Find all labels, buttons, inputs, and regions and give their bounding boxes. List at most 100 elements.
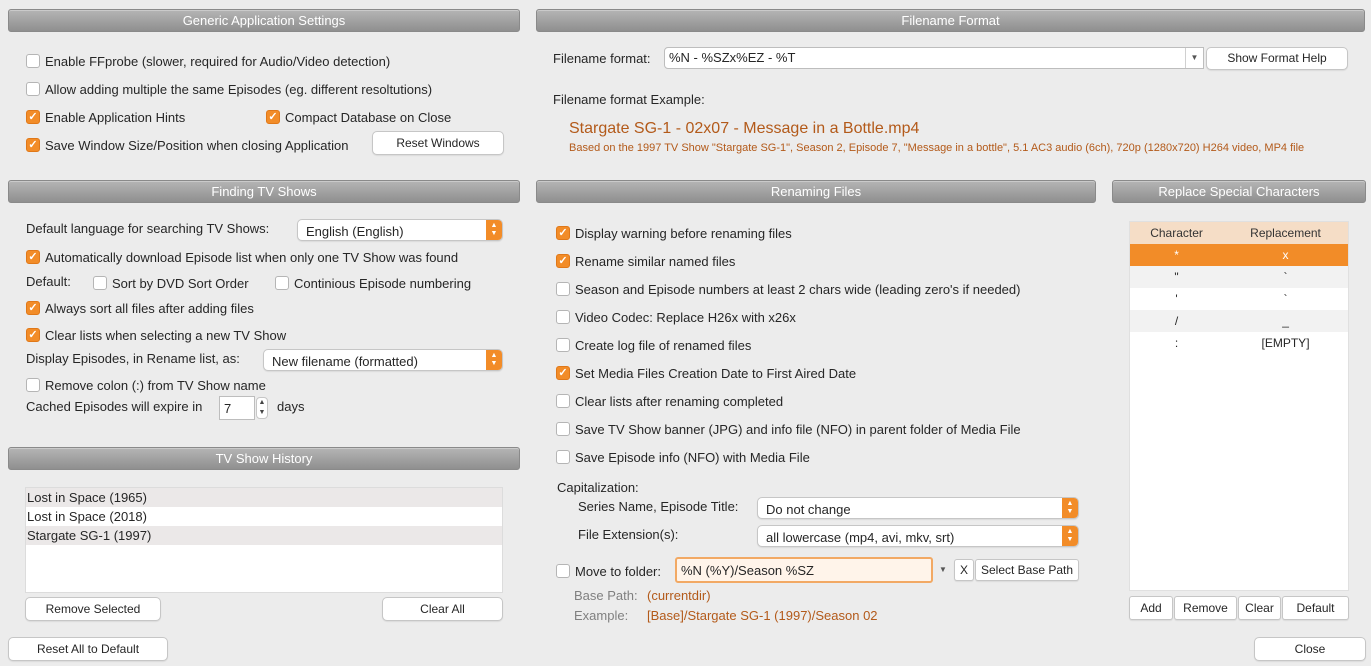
filename-format-label: Filename format: [553,51,651,66]
checkbox-box[interactable] [275,276,289,290]
checkbox-box[interactable] [556,450,570,464]
rename-option-checkbox[interactable]: Create log file of renamed files [556,336,751,354]
checkbox-box[interactable] [26,54,40,68]
select-base-path-button[interactable]: Select Base Path [975,559,1079,581]
series-capitalization-select[interactable]: Do not change ▲ ▼ [757,497,1079,519]
chevron-down-icon[interactable]: ▼ [1185,48,1203,68]
updown-arrows-icon[interactable]: ▲ ▼ [486,220,502,240]
checkbox-box[interactable] [26,378,40,392]
character-cell: : [1174,336,1179,350]
clear-lists-checkbox[interactable]: ✓ Clear lists when selecting a new TV Sh… [26,326,286,344]
list-item[interactable]: Stargate SG-1 (1997) [26,526,502,545]
table-row[interactable]: ' ` [1130,288,1348,310]
checkbox-box[interactable]: ✓ [26,301,40,315]
checkbox-label: Display warning before renaming files [575,225,792,241]
enable-hints-checkbox[interactable]: ✓ Enable Application Hints [26,108,185,126]
checkbox-box[interactable] [556,422,570,436]
file-extension-select[interactable]: all lowercase (mp4, avi, mkv, srt) ▲ ▼ [757,525,1079,547]
table-row[interactable]: : [EMPTY] [1130,332,1348,354]
checkbox-box[interactable]: ✓ [26,110,40,124]
checkbox-label: Rename similar named files [575,253,736,269]
capitalization-label: Capitalization: [557,480,639,495]
checkbox-box[interactable] [556,564,570,578]
cache-days-input[interactable]: 7 [219,396,255,420]
replacement-cell: _ [1223,310,1348,332]
move-folder-input[interactable]: %N (%Y)/Season %SZ [675,557,933,583]
add-character-button[interactable]: Add [1129,596,1173,620]
list-item[interactable]: Lost in Space (2018) [26,507,502,526]
rename-option-checkbox[interactable]: Clear lists after renaming completed [556,392,783,410]
always-sort-checkbox[interactable]: ✓ Always sort all files after adding fil… [26,299,254,317]
checkbox-label: Compact Database on Close [285,109,452,125]
reset-all-default-button[interactable]: Reset All to Default [8,637,168,661]
default-characters-button[interactable]: Default [1282,596,1349,620]
replace-special-header: Replace Special Characters [1112,180,1366,203]
auto-download-checkbox[interactable]: ✓ Automatically download Episode list wh… [26,248,458,266]
column-header-character[interactable]: Character [1130,222,1224,244]
display-episodes-select[interactable]: New filename (formatted) ▲ ▼ [263,349,503,371]
dvd-sort-checkbox[interactable]: Sort by DVD Sort Order [93,274,249,292]
allow-multiple-checkbox[interactable]: Allow adding multiple the same Episodes … [26,80,432,98]
updown-arrows-icon[interactable]: ▲ ▼ [486,350,502,370]
tv-show-history-header: TV Show History [8,447,520,470]
updown-arrows-icon[interactable]: ▲ ▼ [1062,498,1078,518]
tv-show-history-list[interactable]: Lost in Space (1965) Lost in Space (2018… [25,487,503,593]
checkbox-box[interactable] [556,310,570,324]
reset-windows-button[interactable]: Reset Windows [372,131,504,155]
list-item[interactable]: Lost in Space (1965) [26,488,502,507]
select-value: New filename (formatted) [272,354,418,369]
rename-option-checkbox[interactable]: Save TV Show banner (JPG) and info file … [556,420,1021,438]
replacement-cell: ` [1223,266,1348,288]
close-button[interactable]: Close [1254,637,1366,661]
clear-characters-button[interactable]: Clear [1238,596,1281,620]
rename-option-checkbox[interactable]: ✓ Set Media Files Creation Date to First … [556,364,856,382]
rename-option-checkbox[interactable]: Save Episode info (NFO) with Media File [556,448,810,466]
checkbox-box[interactable] [26,82,40,96]
remove-character-button[interactable]: Remove [1174,596,1237,620]
replacement-cell: [EMPTY] [1261,336,1310,350]
table-row[interactable]: * x [1130,244,1348,266]
checkbox-label: Clear lists after renaming completed [575,393,784,409]
checkbox-box[interactable]: ✓ [556,226,570,240]
clear-folder-button[interactable]: X [954,559,974,581]
updown-arrows-icon[interactable]: ▲ ▼ [1062,526,1078,546]
rename-option-checkbox[interactable]: Season and Episode numbers at least 2 ch… [556,280,1020,298]
move-to-folder-checkbox[interactable]: Move to folder: [556,562,661,580]
checkbox-box[interactable]: ✓ [556,366,570,380]
column-header-replacement[interactable]: Replacement [1223,222,1348,244]
checkbox-label: Save TV Show banner (JPG) and info file … [575,421,1021,437]
cache-days-unit: days [277,399,305,414]
checkbox-box[interactable] [556,282,570,296]
default-language-select[interactable]: English (English) ▲ ▼ [297,219,503,241]
continuous-numbering-checkbox[interactable]: Continious Episode numbering [275,274,471,292]
default-language-label: Default language for searching TV Shows: [26,221,270,236]
rename-option-checkbox[interactable]: Video Codec: Replace H26x with x26x [556,308,796,326]
checkbox-box[interactable]: ✓ [26,250,40,264]
checkbox-label: Season and Episode numbers at least 2 ch… [575,281,1021,297]
select-value: Do not change [766,502,851,517]
character-cell: * [1130,244,1224,266]
table-row[interactable]: " ` [1130,266,1348,288]
rename-option-checkbox[interactable]: ✓ Display warning before renaming files [556,224,792,242]
character-cell: ' [1175,292,1178,306]
filename-format-combobox[interactable]: %N - %SZx%EZ - %T ▼ [664,47,1204,69]
checkbox-box[interactable]: ✓ [266,110,280,124]
checkbox-box[interactable] [556,338,570,352]
compact-db-checkbox[interactable]: ✓ Compact Database on Close [266,108,451,126]
rename-option-checkbox[interactable]: ✓ Rename similar named files [556,252,735,270]
clear-all-button[interactable]: Clear All [382,597,503,621]
remove-colon-checkbox[interactable]: Remove colon (:) from TV Show name [26,376,266,394]
table-row[interactable]: / _ [1130,310,1348,332]
checkbox-box[interactable] [556,394,570,408]
remove-selected-button[interactable]: Remove Selected [25,597,161,621]
checkbox-box[interactable] [93,276,107,290]
show-format-help-button[interactable]: Show Format Help [1206,47,1348,70]
save-window-checkbox[interactable]: ✓ Save Window Size/Position when closing… [26,136,349,154]
cache-days-stepper[interactable]: ▲ ▼ [256,397,268,419]
chevron-down-icon[interactable]: ▼ [934,559,952,581]
checkbox-box[interactable]: ✓ [26,328,40,342]
enable-ffprobe-checkbox[interactable]: Enable FFprobe (slower, required for Aud… [26,52,390,70]
checkbox-box[interactable]: ✓ [26,138,40,152]
checkbox-box[interactable]: ✓ [556,254,570,268]
special-characters-table[interactable]: Character Replacement * x " ` ' ` / _ : [1129,221,1349,591]
